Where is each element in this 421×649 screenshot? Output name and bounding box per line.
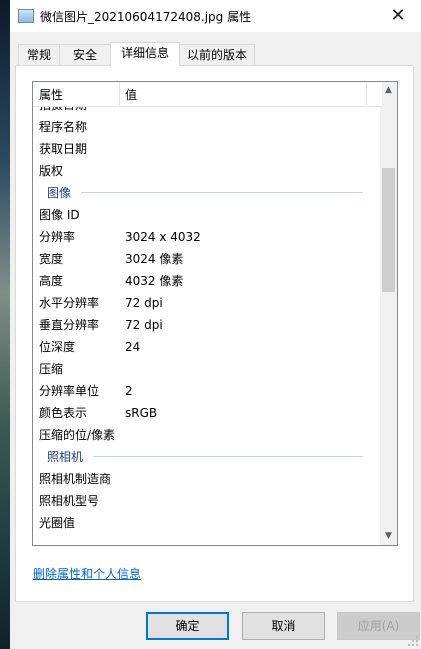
list-header: 属性 值: [33, 82, 382, 107]
column-divider[interactable]: [119, 82, 120, 105]
table-row[interactable]: 照相机制造商: [33, 468, 382, 490]
table-row[interactable]: 压缩的位/像素: [33, 424, 382, 446]
ok-button[interactable]: 确定: [146, 612, 229, 640]
property-name: 拍摄日期: [39, 106, 87, 116]
table-row[interactable]: 压缩: [33, 358, 382, 380]
property-value: 3024 x 4032: [125, 230, 201, 244]
group-header: 图像: [33, 182, 382, 204]
tab-details[interactable]: 详细信息: [110, 42, 180, 66]
table-row[interactable]: 光圈值: [33, 512, 382, 534]
property-name: 图像 ID: [39, 208, 80, 222]
up-arrow-icon[interactable]: ▲: [380, 82, 397, 99]
cancel-button[interactable]: 取消: [242, 612, 325, 640]
property-name: 分辨率单位: [39, 384, 100, 398]
desktop-background-strip: [0, 0, 10, 649]
tab-security[interactable]: 安全: [59, 44, 111, 65]
property-name: 光圈值: [39, 516, 76, 530]
table-row[interactable]: 分辨率单位 2: [33, 380, 382, 402]
property-name: 水平分辨率: [39, 296, 100, 310]
column-header-property[interactable]: 属性: [39, 86, 63, 103]
table-row[interactable]: 位深度 24: [33, 336, 382, 358]
scrollbar-thumb[interactable]: [382, 167, 395, 293]
property-name: 照相机型号: [39, 494, 100, 508]
vertical-scrollbar[interactable]: ▲ ▼: [380, 82, 397, 545]
column-header-value[interactable]: 值: [125, 86, 137, 103]
property-name: 压缩: [39, 362, 64, 376]
property-value: 3024 像素: [125, 252, 184, 266]
down-arrow-icon[interactable]: ▼: [380, 528, 397, 545]
table-row[interactable]: 图像 ID: [33, 204, 382, 226]
property-name: 宽度: [39, 252, 64, 266]
property-value: 24: [125, 340, 141, 354]
title-bar[interactable]: 微信图片_20210604172408.jpg 属性 ✕: [10, 0, 421, 32]
table-row[interactable]: 水平分辨率 72 dpi: [33, 292, 382, 314]
property-name: 高度: [39, 274, 64, 288]
group-label: 图像: [47, 186, 72, 200]
property-value: sRGB: [125, 406, 158, 420]
property-value: 2: [125, 384, 133, 398]
column-divider[interactable]: [366, 82, 367, 105]
properties-list[interactable]: 属性 值 拍摄日期 程序名称获取日期版权图像图像 ID 分辨率 3024 x 403…: [32, 81, 398, 546]
table-row[interactable]: 分辨率 3024 x 4032: [33, 226, 382, 248]
group-header: 照相机: [33, 446, 382, 468]
table-row[interactable]: 获取日期: [33, 138, 382, 160]
property-name: 位深度: [39, 340, 76, 354]
tab-previous-versions[interactable]: 以前的版本: [179, 44, 255, 65]
list-rows: 拍摄日期 程序名称获取日期版权图像图像 ID 分辨率 3024 x 4032 宽度 30…: [33, 106, 382, 545]
table-row[interactable]: 高度 4032 像素: [33, 270, 382, 292]
close-icon: ✕: [390, 5, 406, 26]
details-panel: 属性 值 拍摄日期 程序名称获取日期版权图像图像 ID 分辨率 3024 x 403…: [15, 65, 414, 602]
property-name: 压缩的位/像素: [39, 428, 116, 442]
resize-grip-icon[interactable]: [408, 636, 418, 646]
table-row[interactable]: 程序名称: [33, 116, 382, 138]
image-file-icon: [18, 9, 34, 23]
property-name: 颜色表示: [39, 406, 88, 420]
remove-properties-link[interactable]: 删除属性和个人信息: [33, 565, 141, 582]
group-divider-line: [93, 456, 363, 457]
property-value: 72 dpi: [125, 318, 163, 332]
properties-dialog: 微信图片_20210604172408.jpg 属性 ✕ 常规 安全 详细信息 …: [10, 0, 421, 649]
property-name: 获取日期: [39, 142, 88, 156]
table-row[interactable]: 垂直分辨率 72 dpi: [33, 314, 382, 336]
close-button[interactable]: ✕: [375, 0, 421, 32]
table-row[interactable]: 版权: [33, 160, 382, 182]
property-name: 照相机制造商: [39, 472, 112, 486]
table-row[interactable]: 颜色表示 sRGB: [33, 402, 382, 424]
table-row[interactable]: 照相机型号: [33, 490, 382, 512]
tab-general[interactable]: 常规: [18, 44, 60, 65]
property-name: 垂直分辨率: [39, 318, 100, 332]
property-name: 分辨率: [39, 230, 76, 244]
group-label: 照相机: [47, 450, 84, 464]
property-value: 4032 像素: [125, 274, 184, 288]
group-divider-line: [81, 192, 363, 193]
property-name: 版权: [39, 164, 64, 178]
property-value: 72 dpi: [125, 296, 163, 310]
table-row[interactable]: 拍摄日期: [33, 106, 382, 116]
window-title: 微信图片_20210604172408.jpg 属性: [40, 10, 252, 24]
property-name: 程序名称: [39, 120, 88, 134]
table-row[interactable]: 宽度 3024 像素: [33, 248, 382, 270]
